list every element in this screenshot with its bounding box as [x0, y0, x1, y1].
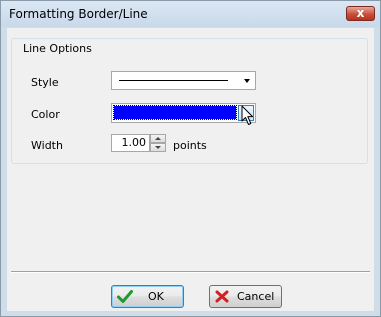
checkmark-icon: [117, 290, 133, 303]
divider: [11, 271, 370, 273]
window-title: Formatting Border/Line: [9, 7, 148, 21]
style-label: Style: [31, 76, 59, 89]
arrow-down-icon: [155, 146, 161, 149]
color-swatch: [113, 105, 237, 120]
decrement-button[interactable]: [150, 143, 166, 152]
close-button[interactable]: x: [346, 6, 375, 21]
color-dropdown[interactable]: [111, 103, 256, 123]
dialog-window: Formatting Border/Line x Line Options St…: [0, 0, 381, 317]
width-unit: points: [173, 139, 207, 152]
width-label: Width: [31, 139, 63, 152]
ok-label: OK: [148, 290, 164, 303]
chevron-down-icon: [244, 79, 250, 83]
width-stepper[interactable]: [150, 134, 166, 152]
group-title: Line Options: [20, 42, 95, 55]
line-style-preview: [119, 80, 228, 81]
close-icon: x: [356, 6, 365, 20]
x-icon: [215, 290, 229, 303]
cancel-button[interactable]: Cancel: [209, 285, 282, 308]
dialog-content: Line Options Style Color Width 1.00 poin…: [7, 28, 374, 311]
style-dropdown[interactable]: [111, 71, 256, 90]
mouse-pointer-icon: [241, 105, 253, 125]
arrow-up-icon: [155, 137, 161, 140]
line-options-group: Line Options Style Color Width 1.00 poin…: [11, 38, 368, 164]
title-bar[interactable]: Formatting Border/Line x: [1, 1, 380, 27]
width-input[interactable]: 1.00: [111, 134, 150, 152]
color-label: Color: [31, 108, 60, 121]
cancel-label: Cancel: [237, 290, 275, 303]
increment-button[interactable]: [150, 134, 166, 143]
ok-button[interactable]: OK: [111, 285, 184, 308]
